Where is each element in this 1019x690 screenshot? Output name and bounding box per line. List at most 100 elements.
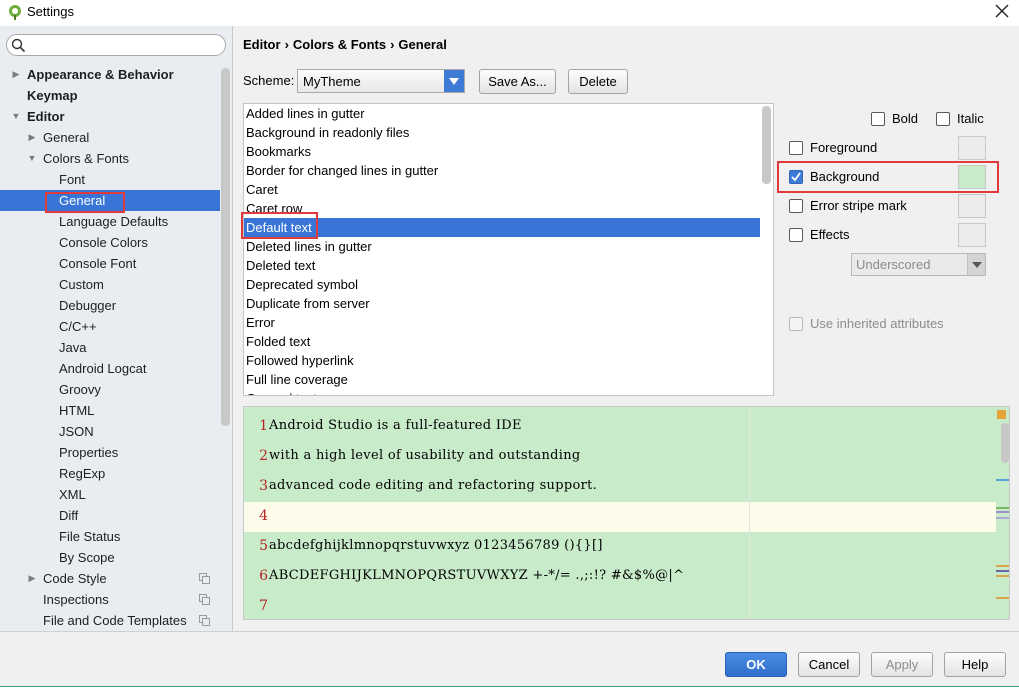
sidebar-item[interactable]: Groovy: [0, 379, 220, 400]
preview-editor[interactable]: 7 6 ABCDEFGHIJKLMNOPQRSTUVWXYZ +-*/= .,;:!…: [243, 406, 1010, 620]
sidebar-item[interactable]: File Status: [0, 526, 220, 547]
attribute-list-item[interactable]: Added lines in gutter: [244, 104, 760, 123]
checkmark-icon: [791, 172, 801, 182]
attribute-list-item[interactable]: Error: [244, 313, 760, 332]
sidebar-item[interactable]: File and Code Templates: [0, 610, 220, 631]
sidebar-item[interactable]: Language Defaults: [0, 211, 220, 232]
foreground-checkbox[interactable]: [789, 141, 803, 155]
sidebar-item[interactable]: JSON: [0, 421, 220, 442]
sidebar-item[interactable]: Properties: [0, 442, 220, 463]
sidebar-item[interactable]: General: [0, 190, 220, 211]
attribute-list[interactable]: General textFull line coverageFollowed h…: [243, 103, 774, 396]
effects-checkbox[interactable]: [789, 228, 803, 242]
sidebar-item[interactable]: ▶ General: [0, 127, 220, 148]
bold-checkbox[interactable]: [871, 112, 885, 126]
sidebar-item-label: Language Defaults: [59, 214, 169, 229]
attribute-list-item[interactable]: Border for changed lines in gutter: [244, 161, 760, 180]
background-color-swatch[interactable]: [958, 165, 986, 189]
sidebar-item[interactable]: Inspections: [0, 589, 220, 610]
sidebar-item[interactable]: RegExp: [0, 463, 220, 484]
attribute-list-scrollbar[interactable]: [762, 106, 771, 184]
sidebar-item[interactable]: Debugger: [0, 295, 220, 316]
attribute-list-item[interactable]: Followed hyperlink: [244, 351, 760, 370]
attribute-list-item[interactable]: Default text: [244, 218, 760, 237]
sidebar-item[interactable]: Java: [0, 337, 220, 358]
settings-search-input[interactable]: [6, 34, 226, 56]
sidebar-item[interactable]: Diff: [0, 505, 220, 526]
sidebar-item[interactable]: C/C++: [0, 316, 220, 337]
error-stripe-marker[interactable]: [996, 597, 1009, 599]
sidebar-item[interactable]: HTML: [0, 400, 220, 421]
apply-button[interactable]: Apply: [871, 652, 933, 677]
effect-type-dropdown-button[interactable]: [967, 254, 985, 275]
line-number: 2: [259, 448, 268, 464]
error-stripe-checkbox[interactable]: [789, 199, 803, 213]
scheme-select[interactable]: MyTheme: [297, 69, 465, 93]
error-stripe-marker[interactable]: [996, 565, 1009, 567]
sidebar-scrollbar[interactable]: [221, 68, 230, 426]
sidebar-item[interactable]: ▶ Code Style: [0, 568, 220, 589]
effects-color-swatch[interactable]: [958, 223, 986, 247]
sidebar-item[interactable]: Font: [0, 169, 220, 190]
scheme-dropdown-button[interactable]: [444, 70, 464, 92]
italic-checkbox[interactable]: [936, 112, 950, 126]
project-settings-icon: [199, 594, 210, 605]
chevron-down-icon[interactable]: ▼: [27, 148, 37, 169]
attribute-list-item[interactable]: General text: [244, 389, 760, 395]
attribute-list-item[interactable]: Deleted lines in gutter: [244, 237, 760, 256]
error-stripe-marker[interactable]: [996, 479, 1009, 481]
attribute-list-item[interactable]: Background in readonly files: [244, 123, 760, 142]
error-stripe-marker[interactable]: [996, 575, 1009, 577]
attribute-list-item[interactable]: Deprecated symbol: [244, 275, 760, 294]
sidebar-item-label: Code Style: [43, 571, 107, 586]
sidebar-item[interactable]: Console Colors: [0, 232, 220, 253]
sidebar-item-label: Editor: [27, 109, 65, 124]
chevron-down-icon[interactable]: ▼: [11, 106, 21, 127]
sidebar-item[interactable]: Custom: [0, 274, 220, 295]
error-stripe-marker[interactable]: [996, 570, 1009, 572]
sidebar-item-label: Properties: [59, 445, 119, 460]
attribute-list-item[interactable]: Folded text: [244, 332, 760, 351]
sidebar-item[interactable]: Console Font: [0, 253, 220, 274]
save-as-button[interactable]: Save As...: [479, 69, 556, 94]
attribute-list-item[interactable]: Deleted text: [244, 256, 760, 275]
preview-line: 2 with a high level of usability and outs…: [244, 442, 996, 472]
inspection-status-icon[interactable]: [997, 410, 1006, 419]
background-checkbox[interactable]: [789, 170, 803, 184]
sidebar-item[interactable]: By Scope: [0, 547, 220, 568]
ok-button[interactable]: OK: [725, 652, 787, 677]
breadcrumb-separator: ›: [390, 37, 395, 52]
attribute-list-item[interactable]: Duplicate from server: [244, 294, 760, 313]
sidebar-item-label: Java: [59, 340, 87, 355]
chevron-right-icon[interactable]: ▶: [27, 568, 37, 589]
error-stripe-color-swatch[interactable]: [958, 194, 986, 218]
sidebar-item[interactable]: ▼ Colors & Fonts: [0, 148, 220, 169]
chevron-right-icon[interactable]: ▶: [11, 64, 21, 85]
sidebar-item-label: C/C++: [59, 319, 97, 334]
sidebar-item-label: JSON: [59, 424, 94, 439]
close-window-button[interactable]: [993, 2, 1011, 20]
sidebar-item[interactable]: ▼ Editor: [0, 106, 220, 127]
cancel-button[interactable]: Cancel: [798, 652, 860, 677]
preview-scrollbar[interactable]: [1001, 423, 1009, 463]
error-stripe-marker[interactable]: [996, 507, 1009, 509]
attribute-list-item[interactable]: Caret row: [244, 199, 760, 218]
inherited-checkbox[interactable]: [789, 317, 803, 331]
effect-type-select[interactable]: Underscored: [851, 253, 986, 276]
foreground-color-swatch[interactable]: [958, 136, 986, 160]
sidebar-item[interactable]: Android Logcat: [0, 358, 220, 379]
attribute-list-item[interactable]: Caret: [244, 180, 760, 199]
sidebar-item[interactable]: ▶ Appearance & Behavior: [0, 64, 220, 85]
delete-button[interactable]: Delete: [568, 69, 628, 94]
error-stripe-marker[interactable]: [996, 517, 1009, 519]
line-number: 6: [259, 568, 268, 584]
breadcrumb-general: General: [398, 37, 447, 52]
sidebar-item[interactable]: XML: [0, 484, 220, 505]
sidebar-item[interactable]: Keymap: [0, 85, 220, 106]
attribute-list-item[interactable]: Bookmarks: [244, 142, 760, 161]
close-icon: [995, 4, 1009, 18]
chevron-right-icon[interactable]: ▶: [27, 127, 37, 148]
error-stripe-marker[interactable]: [996, 511, 1009, 513]
attribute-list-item[interactable]: Full line coverage: [244, 370, 760, 389]
help-button[interactable]: Help: [944, 652, 1006, 677]
